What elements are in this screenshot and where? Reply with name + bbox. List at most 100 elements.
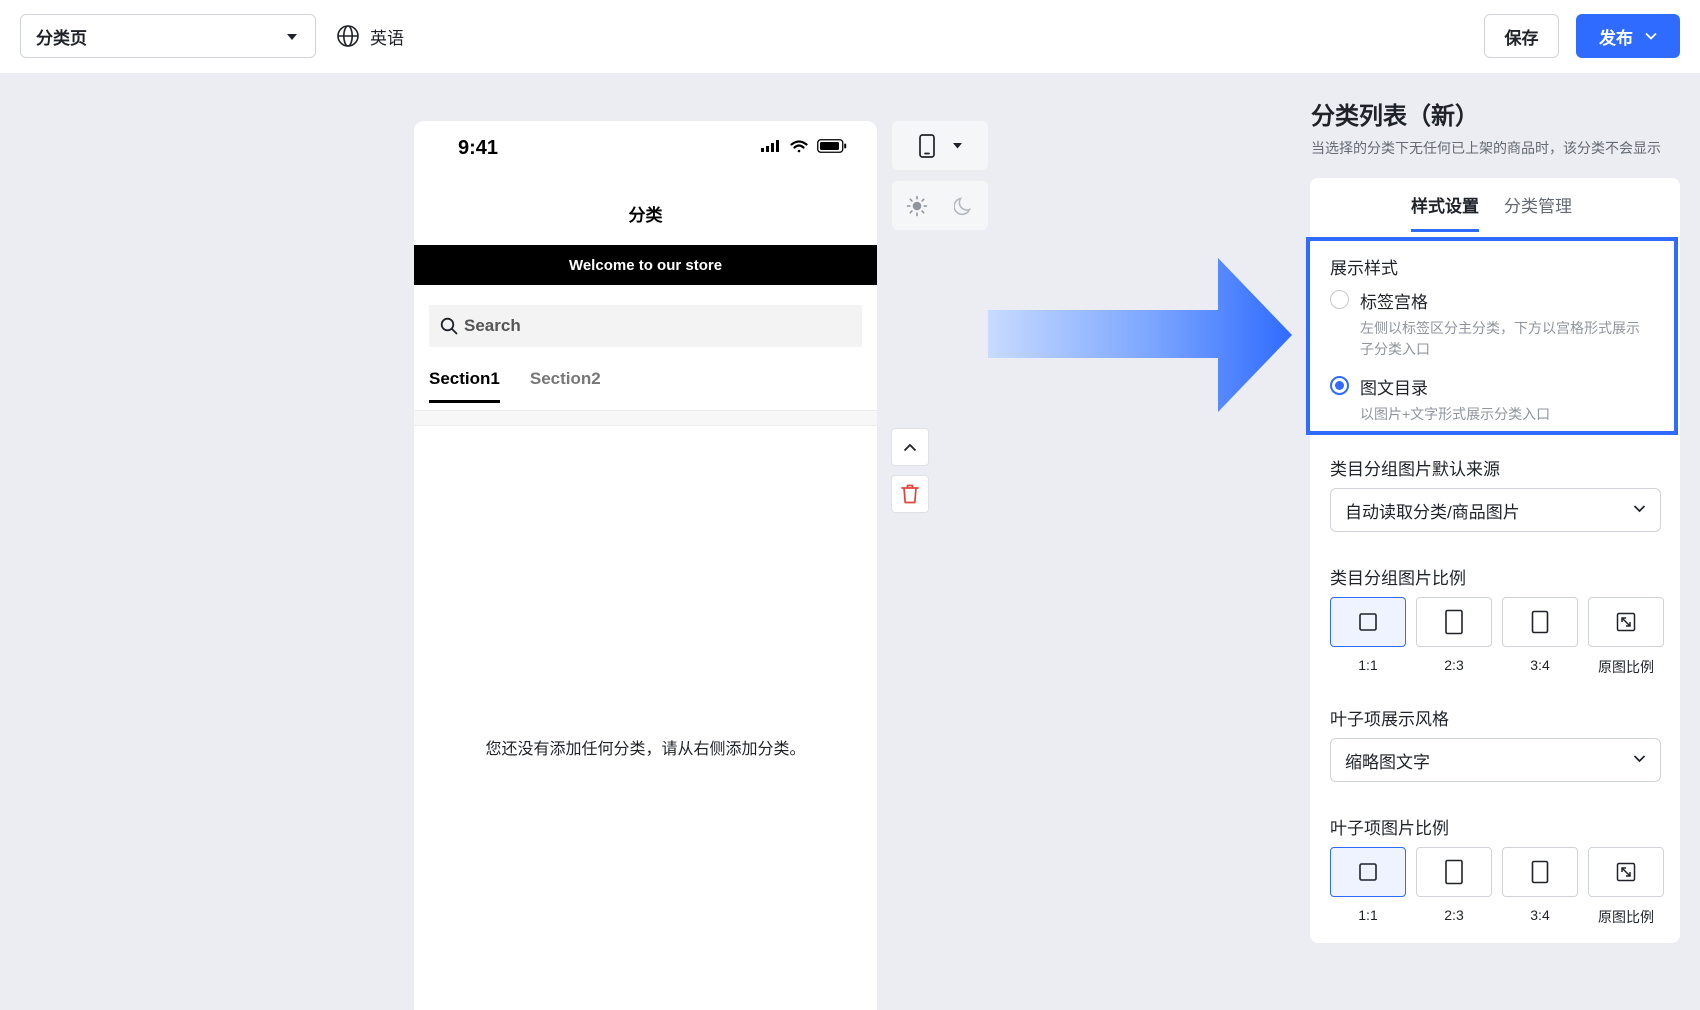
- device-switcher[interactable]: [892, 121, 988, 170]
- chevron-up-icon: [903, 443, 917, 451]
- group-ratio-options: 1:1 2:3 3:4 原图比例: [1330, 597, 1664, 677]
- portrait-rect-icon: [1531, 610, 1549, 634]
- divider: [414, 410, 877, 426]
- search-placeholder: Search: [464, 316, 521, 335]
- search-icon: [440, 317, 458, 335]
- top-bar: 分类页 英语 保存 发布: [0, 0, 1700, 73]
- expand-icon: [1616, 862, 1636, 882]
- radio-option-tag-grid[interactable]: 标签宫格 左侧以标签区分主分类，下方以宫格形式展示子分类入口: [1330, 288, 1650, 360]
- announcement-banner: Welcome to our store: [414, 245, 877, 285]
- arrow-right-icon: [988, 258, 1292, 412]
- page-select-value: 分类页: [36, 28, 87, 48]
- ratio-box[interactable]: [1330, 597, 1406, 647]
- trash-icon: [901, 484, 919, 504]
- image-source-select[interactable]: 自动读取分类/商品图片: [1330, 488, 1661, 532]
- ratio-label: 2:3: [1444, 907, 1464, 923]
- ratio-option-original[interactable]: 原图比例: [1588, 847, 1664, 927]
- radio-option-text: 标签宫格 左侧以标签区分主分类，下方以宫格形式展示子分类入口: [1360, 288, 1650, 360]
- publish-button-label: 发布: [1599, 28, 1633, 48]
- ratio-box[interactable]: [1416, 847, 1492, 897]
- image-source-label: 类目分组图片默认来源: [1330, 460, 1500, 479]
- radio-button[interactable]: [1330, 290, 1349, 309]
- ratio-option-2-3[interactable]: 2:3: [1416, 847, 1492, 927]
- ratio-box[interactable]: [1330, 847, 1406, 897]
- battery-icon: [817, 139, 847, 153]
- caret-down-icon: [287, 34, 297, 40]
- radio-option-desc: 以图片+文字形式展示分类入口: [1360, 406, 1551, 422]
- square-icon: [1359, 613, 1377, 631]
- ratio-label: 1:1: [1358, 657, 1378, 673]
- radio-option-text: 图文目录 以图片+文字形式展示分类入口: [1360, 374, 1650, 425]
- tab-style-settings[interactable]: 样式设置: [1411, 192, 1479, 232]
- globe-icon: [337, 25, 359, 47]
- panel-title: 分类列表（新）: [1311, 103, 1479, 130]
- ratio-label: 1:1: [1358, 907, 1378, 923]
- sun-icon[interactable]: [906, 195, 928, 217]
- ratio-box[interactable]: [1502, 597, 1578, 647]
- display-style-label: 展示样式: [1330, 259, 1398, 278]
- status-time: 9:41: [458, 137, 499, 159]
- caret-down-icon: [952, 142, 962, 148]
- move-up-button[interactable]: [891, 428, 929, 466]
- save-button-label: 保存: [1504, 28, 1539, 48]
- expand-icon: [1616, 612, 1636, 632]
- ratio-option-2-3[interactable]: 2:3: [1416, 597, 1492, 677]
- ratio-option-1-1[interactable]: 1:1: [1330, 847, 1406, 927]
- tab-section1[interactable]: Section1: [429, 369, 500, 403]
- wifi-icon: [790, 139, 808, 152]
- leaf-style-label: 叶子项展示风格: [1330, 710, 1449, 729]
- language-label: 英语: [370, 28, 404, 48]
- moon-icon[interactable]: [954, 196, 974, 216]
- ratio-label: 原图比例: [1598, 659, 1654, 675]
- ratio-box[interactable]: [1588, 597, 1664, 647]
- page-select[interactable]: 分类页: [20, 14, 316, 58]
- ratio-option-1-1[interactable]: 1:1: [1330, 597, 1406, 677]
- square-icon: [1359, 863, 1377, 881]
- status-icons: [761, 139, 847, 153]
- ratio-label: 3:4: [1530, 657, 1550, 673]
- ratio-label: 3:4: [1530, 907, 1550, 923]
- leaf-ratio-label: 叶子项图片比例: [1330, 819, 1449, 838]
- publish-button[interactable]: 发布: [1576, 14, 1680, 58]
- ratio-option-3-4[interactable]: 3:4: [1502, 597, 1578, 677]
- tab-category-management[interactable]: 分类管理: [1504, 192, 1572, 232]
- ratio-label: 2:3: [1444, 657, 1464, 673]
- mobile-phone-icon: [918, 133, 935, 158]
- tab-section2[interactable]: Section2: [530, 369, 601, 403]
- delete-button[interactable]: [891, 475, 929, 513]
- radio-option-title: 图文目录: [1360, 379, 1428, 398]
- banner-text: Welcome to our store: [568, 256, 723, 274]
- search-input[interactable]: Search: [429, 305, 862, 347]
- radio-option-image-text[interactable]: 图文目录 以图片+文字形式展示分类入口: [1330, 374, 1650, 425]
- ratio-box[interactable]: [1416, 597, 1492, 647]
- section-tabs: Section1 Section2: [429, 369, 601, 403]
- leaf-style-select[interactable]: 缩略图文字: [1330, 738, 1661, 782]
- leaf-ratio-options: 1:1 2:3 3:4 原图比例: [1330, 847, 1664, 927]
- radio-option-desc: 左侧以标签区分主分类，下方以宫格形式展示子分类入口: [1360, 320, 1640, 357]
- portrait-rect-icon: [1531, 860, 1549, 884]
- ratio-box[interactable]: [1588, 847, 1664, 897]
- empty-state-message: 您还没有添加任何分类，请从右侧添加分类。: [485, 741, 806, 758]
- phone-page-title: 分类: [628, 206, 663, 225]
- theme-switcher: [892, 181, 988, 230]
- language-switcher[interactable]: 英语: [336, 22, 404, 50]
- chevron-down-icon: [1633, 505, 1646, 513]
- portrait-rect-icon: [1445, 859, 1463, 885]
- ratio-box[interactable]: [1502, 847, 1578, 897]
- panel-subtitle: 当选择的分类下无任何已上架的商品时，该分类不会显示: [1311, 140, 1661, 156]
- chevron-down-icon: [1645, 32, 1657, 40]
- ratio-label: 原图比例: [1598, 909, 1654, 925]
- ratio-option-3-4[interactable]: 3:4: [1502, 847, 1578, 927]
- image-source-value: 自动读取分类/商品图片: [1345, 502, 1520, 522]
- radio-option-title: 标签宫格: [1360, 293, 1428, 312]
- ratio-option-original[interactable]: 原图比例: [1588, 597, 1664, 677]
- settings-tabs: 样式设置 分类管理: [1411, 192, 1572, 232]
- phone-preview: 9:41 分类 Welcome to our store Search Sect…: [414, 121, 877, 1010]
- status-bar: 9:41: [414, 121, 877, 177]
- radio-button-checked[interactable]: [1330, 376, 1349, 395]
- signal-icon: [761, 140, 779, 152]
- save-button[interactable]: 保存: [1484, 14, 1559, 58]
- chevron-down-icon: [1633, 755, 1646, 763]
- leaf-style-value: 缩略图文字: [1345, 752, 1430, 772]
- group-ratio-label: 类目分组图片比例: [1330, 569, 1466, 588]
